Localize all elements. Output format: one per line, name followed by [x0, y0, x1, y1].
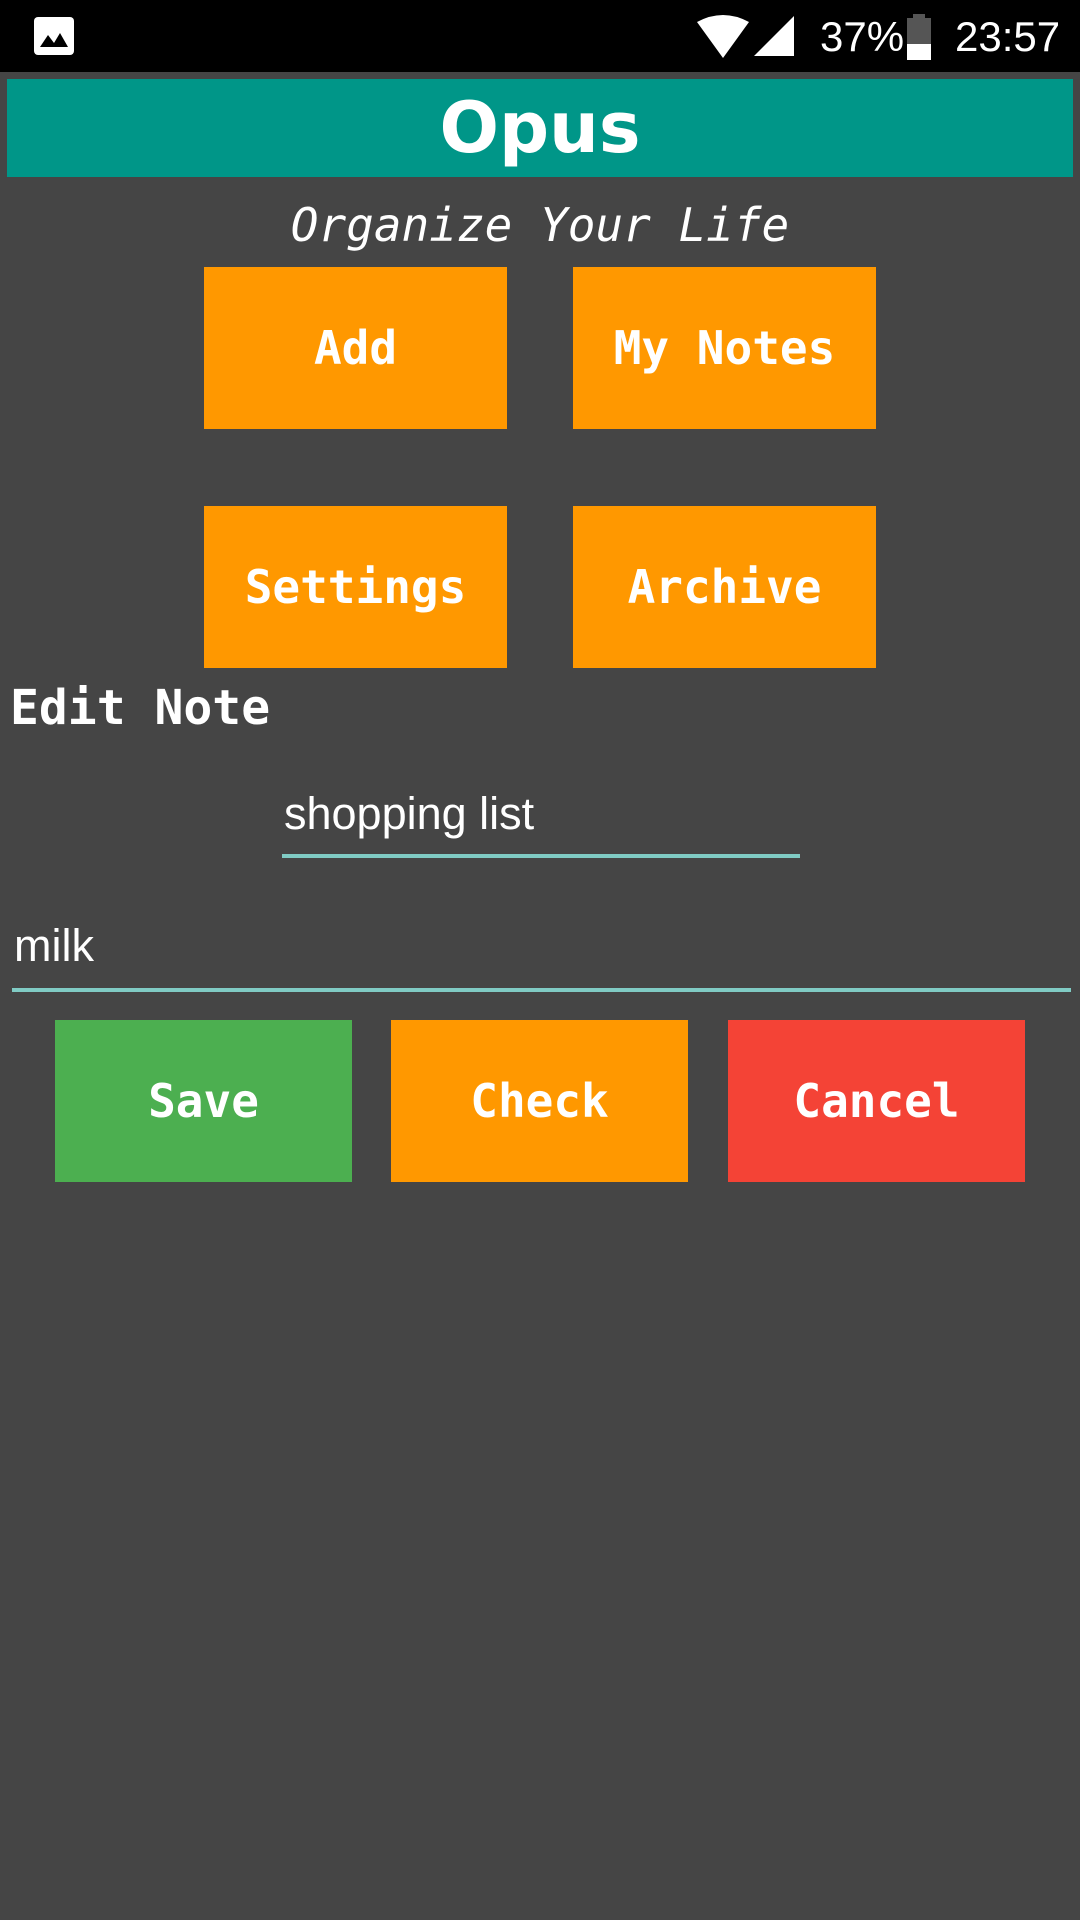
cancel-button[interactable]: Cancel: [728, 1020, 1025, 1182]
wifi-icon: [697, 15, 749, 58]
check-button[interactable]: Check: [391, 1020, 688, 1182]
app-title-bar: Opus: [7, 79, 1073, 177]
note-body-input[interactable]: milk: [12, 920, 1071, 992]
edit-note-heading: Edit Note: [10, 680, 271, 736]
note-title-input[interactable]: shopping list: [282, 788, 800, 858]
image-icon: [34, 17, 74, 55]
battery-percent: 37%: [820, 13, 905, 60]
clock: 23:57: [955, 13, 1061, 60]
add-button[interactable]: Add: [204, 267, 507, 429]
app-title: Opus: [439, 87, 641, 169]
settings-button[interactable]: Settings: [204, 506, 507, 668]
archive-button[interactable]: Archive: [573, 506, 876, 668]
app-subtitle: Organize Your Life: [290, 198, 790, 252]
signal-icon: [754, 16, 794, 56]
save-button[interactable]: Save: [55, 1020, 352, 1182]
battery-icon: [907, 14, 931, 60]
status-bar: 37% 23:57: [0, 0, 1080, 72]
my-notes-button[interactable]: My Notes: [573, 267, 876, 429]
